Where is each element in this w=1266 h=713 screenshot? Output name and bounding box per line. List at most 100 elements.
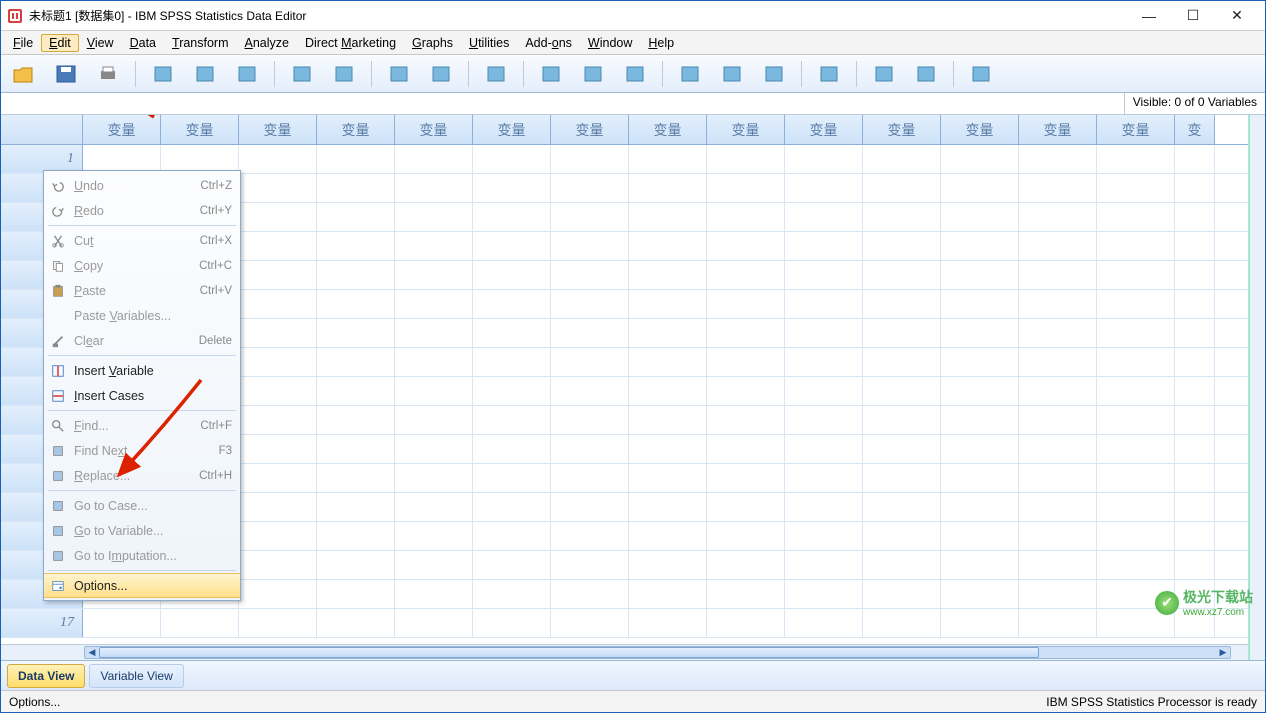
cell[interactable] bbox=[317, 580, 395, 608]
cell[interactable] bbox=[1019, 203, 1097, 231]
cell[interactable] bbox=[395, 319, 473, 347]
cell[interactable] bbox=[707, 319, 785, 347]
column-header[interactable]: 变量 bbox=[629, 115, 707, 144]
cell[interactable] bbox=[1097, 377, 1175, 405]
cell[interactable] bbox=[473, 609, 551, 637]
cell[interactable] bbox=[317, 319, 395, 347]
cell[interactable] bbox=[473, 580, 551, 608]
cell[interactable] bbox=[941, 377, 1019, 405]
cell[interactable] bbox=[239, 174, 317, 202]
cell[interactable] bbox=[239, 145, 317, 173]
cell[interactable] bbox=[473, 290, 551, 318]
cell[interactable] bbox=[707, 435, 785, 463]
column-header[interactable]: 变量 bbox=[161, 115, 239, 144]
cell[interactable] bbox=[785, 377, 863, 405]
cell[interactable] bbox=[551, 348, 629, 376]
column-header[interactable]: 变量 bbox=[941, 115, 1019, 144]
cell[interactable] bbox=[1019, 261, 1097, 289]
cell[interactable] bbox=[629, 261, 707, 289]
cell[interactable] bbox=[1175, 406, 1215, 434]
cell[interactable] bbox=[395, 609, 473, 637]
cell[interactable] bbox=[1019, 145, 1097, 173]
cell[interactable] bbox=[1019, 232, 1097, 260]
cell[interactable] bbox=[1175, 348, 1215, 376]
cell[interactable] bbox=[785, 261, 863, 289]
cell[interactable] bbox=[551, 261, 629, 289]
cell[interactable] bbox=[239, 232, 317, 260]
toolbar-redo-button[interactable] bbox=[230, 59, 264, 89]
cell[interactable] bbox=[473, 522, 551, 550]
cell[interactable] bbox=[863, 348, 941, 376]
cell[interactable] bbox=[551, 174, 629, 202]
cell[interactable] bbox=[785, 348, 863, 376]
minimize-button[interactable]: — bbox=[1127, 2, 1171, 30]
cell[interactable] bbox=[317, 435, 395, 463]
menu-help[interactable]: Help bbox=[640, 34, 682, 52]
cell[interactable] bbox=[707, 348, 785, 376]
menu-graphs[interactable]: Graphs bbox=[404, 34, 461, 52]
cell[interactable] bbox=[1175, 493, 1215, 521]
cell[interactable] bbox=[239, 377, 317, 405]
cell[interactable] bbox=[239, 290, 317, 318]
cell[interactable] bbox=[239, 609, 317, 637]
cell[interactable] bbox=[941, 609, 1019, 637]
cell[interactable] bbox=[1175, 203, 1215, 231]
cell[interactable] bbox=[317, 290, 395, 318]
cell[interactable] bbox=[1019, 580, 1097, 608]
cell[interactable] bbox=[551, 145, 629, 173]
cell[interactable] bbox=[1019, 290, 1097, 318]
cell[interactable] bbox=[317, 609, 395, 637]
toolbar-insert-case-button[interactable] bbox=[534, 59, 568, 89]
cell[interactable] bbox=[473, 319, 551, 347]
cell[interactable] bbox=[395, 290, 473, 318]
cell[interactable] bbox=[317, 464, 395, 492]
cell[interactable] bbox=[785, 580, 863, 608]
toolbar-find-button[interactable] bbox=[479, 59, 513, 89]
cell[interactable] bbox=[239, 319, 317, 347]
cell[interactable] bbox=[941, 435, 1019, 463]
cell[interactable] bbox=[551, 203, 629, 231]
cell[interactable] bbox=[1175, 261, 1215, 289]
cell[interactable] bbox=[1097, 406, 1175, 434]
cell[interactable] bbox=[239, 493, 317, 521]
cell[interactable] bbox=[707, 522, 785, 550]
scroll-right-icon[interactable]: ▶ bbox=[1216, 647, 1230, 658]
cell[interactable] bbox=[1097, 551, 1175, 579]
cell[interactable] bbox=[551, 232, 629, 260]
cell[interactable] bbox=[941, 406, 1019, 434]
cell[interactable] bbox=[1097, 319, 1175, 347]
cell[interactable] bbox=[239, 522, 317, 550]
menu-file[interactable]: File bbox=[5, 34, 41, 52]
cell[interactable] bbox=[1175, 522, 1215, 550]
cell[interactable] bbox=[551, 406, 629, 434]
cell[interactable] bbox=[863, 406, 941, 434]
cell[interactable] bbox=[707, 377, 785, 405]
cell[interactable] bbox=[395, 348, 473, 376]
cell[interactable] bbox=[551, 551, 629, 579]
row-header[interactable]: 17 bbox=[1, 609, 83, 637]
cell[interactable] bbox=[239, 203, 317, 231]
cell[interactable] bbox=[785, 174, 863, 202]
cell[interactable] bbox=[551, 435, 629, 463]
cell[interactable] bbox=[1175, 551, 1215, 579]
toolbar-recall-button[interactable] bbox=[146, 59, 180, 89]
cell[interactable] bbox=[629, 551, 707, 579]
toolbar-goto-var-button[interactable] bbox=[285, 59, 319, 89]
menu-edit[interactable]: Edit bbox=[41, 34, 79, 52]
cell[interactable] bbox=[1019, 406, 1097, 434]
cell[interactable] bbox=[629, 145, 707, 173]
cell[interactable] bbox=[1097, 464, 1175, 492]
cell[interactable] bbox=[1097, 203, 1175, 231]
menu-item-insert-cases[interactable]: Insert Cases bbox=[44, 383, 240, 408]
cell[interactable] bbox=[1175, 464, 1215, 492]
scroll-left-icon[interactable]: ◀ bbox=[85, 647, 99, 658]
cell[interactable] bbox=[707, 551, 785, 579]
cell[interactable] bbox=[785, 493, 863, 521]
cell[interactable] bbox=[1019, 493, 1097, 521]
menu-window[interactable]: Window bbox=[580, 34, 640, 52]
column-header[interactable]: 变量 bbox=[1097, 115, 1175, 144]
toolbar-use-sets-button[interactable] bbox=[812, 59, 846, 89]
toolbar-show-selected-button[interactable] bbox=[909, 59, 943, 89]
cell[interactable] bbox=[707, 580, 785, 608]
cell[interactable] bbox=[395, 377, 473, 405]
